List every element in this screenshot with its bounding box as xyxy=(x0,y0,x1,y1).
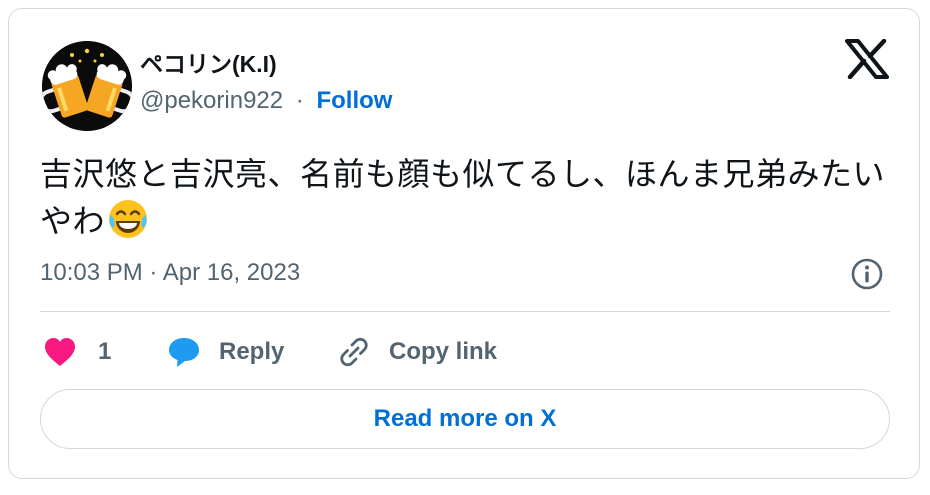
author-handle[interactable]: @pekorin922 xyxy=(140,87,283,114)
embedded-tweet-card: ペコリン(K.I) @pekorin922 · Follow 吉沢悠と吉沢亮、名… xyxy=(8,8,920,479)
tweet-timestamp[interactable]: 10:03 PM · Apr 16, 2023 xyxy=(40,259,300,287)
copy-link-button[interactable]: Copy link xyxy=(337,334,497,370)
heart-icon xyxy=(45,338,75,366)
copy-link-label: Copy link xyxy=(389,338,498,365)
link-icon xyxy=(340,337,368,367)
author-handle-row: @pekorin922 · Follow xyxy=(140,87,392,115)
reply-label: Reply xyxy=(219,338,285,365)
follow-button[interactable]: Follow xyxy=(316,87,392,114)
author-display-name[interactable]: ペコリン(K.I) xyxy=(140,45,277,79)
divider xyxy=(40,311,890,312)
beer-mugs-cheers-icon xyxy=(42,41,132,131)
reply-button[interactable]: Reply xyxy=(167,334,284,370)
read-more-label: Read more on X xyxy=(373,405,557,432)
face-with-tears-of-joy-icon xyxy=(107,198,149,240)
tweet-text: 吉沢悠と吉沢亮、名前も顔も似てるし、ほんま兄弟みたいやわ xyxy=(40,151,900,245)
like-button[interactable]: 1 xyxy=(44,334,111,370)
avatar[interactable] xyxy=(42,41,132,131)
info-circle-icon[interactable] xyxy=(850,257,884,291)
handle-separator: · xyxy=(295,87,304,114)
like-count: 1 xyxy=(98,338,112,365)
tweet-body: 吉沢悠と吉沢亮、名前も顔も似てるし、ほんま兄弟みたいやわ xyxy=(40,156,886,239)
read-more-button[interactable]: Read more on X xyxy=(40,389,890,449)
x-logo-icon[interactable] xyxy=(845,38,889,80)
speech-bubble-icon xyxy=(169,338,199,367)
